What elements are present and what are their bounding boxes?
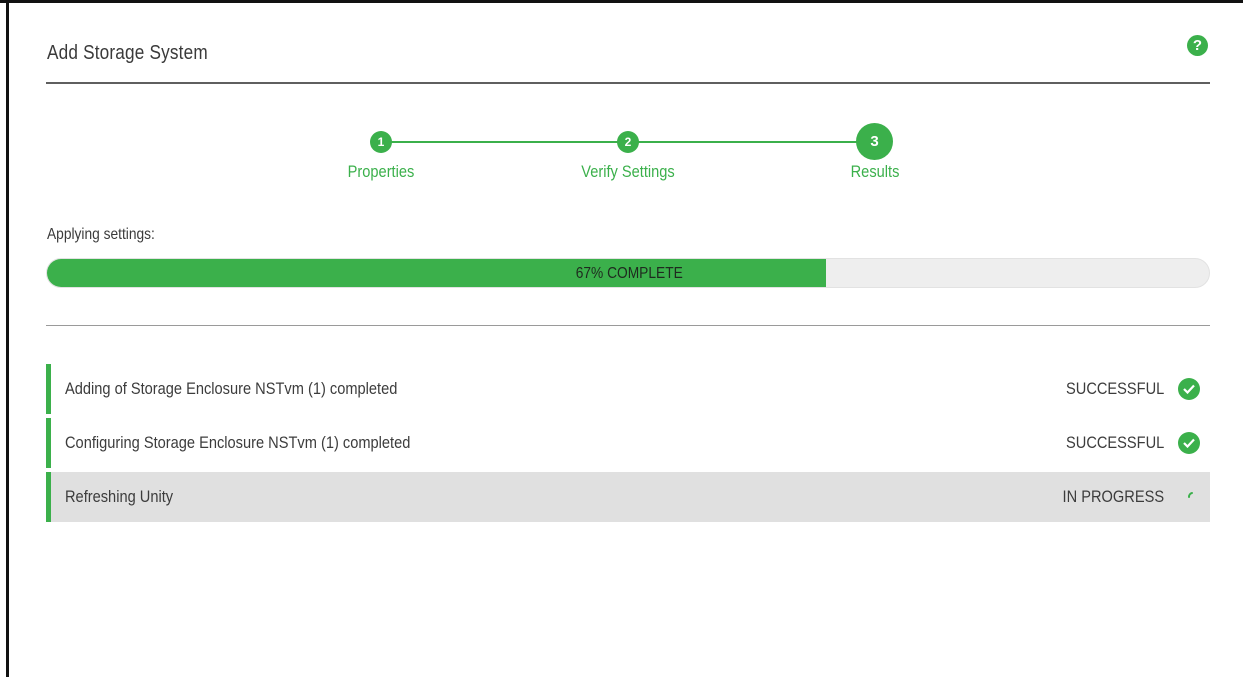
check-circle-icon [1178, 378, 1200, 400]
step-2-indicator: 2 [617, 131, 639, 153]
result-text: Adding of Storage Enclosure NSTvm (1) co… [65, 379, 398, 398]
check-circle-icon [1178, 432, 1200, 454]
result-status: IN PROGRESS [1062, 487, 1164, 506]
result-status: SUCCESSFUL [1065, 379, 1164, 398]
step-connector-2-3 [628, 141, 875, 143]
window-frame-top [0, 0, 1243, 3]
result-row: Adding of Storage Enclosure NSTvm (1) co… [46, 364, 1210, 414]
step-3-indicator: 3 [856, 123, 893, 160]
step-3-label: Results [850, 162, 900, 181]
progress-text: 67% COMPLETE [47, 259, 1209, 287]
step-1-label: Properties [347, 162, 415, 181]
dialog-title: Add Storage System [47, 42, 208, 64]
spinner-icon [1188, 492, 1193, 498]
progress-text-label: 67% COMPLETE [575, 265, 683, 282]
section-divider [46, 325, 1210, 326]
help-icon[interactable]: ? [1187, 35, 1208, 56]
applying-settings-label: Applying settings: [47, 226, 155, 243]
result-text: Refreshing Unity [65, 487, 174, 506]
step-2-label: Verify Settings [581, 162, 675, 181]
result-row: Configuring Storage Enclosure NSTvm (1) … [46, 418, 1210, 468]
result-row-active: Refreshing Unity IN PROGRESS [46, 472, 1210, 522]
step-1-indicator: 1 [370, 131, 392, 153]
progress-bar: 67% COMPLETE [46, 258, 1210, 288]
result-status: SUCCESSFUL [1065, 433, 1164, 452]
window-frame-left [6, 0, 9, 677]
title-divider [46, 82, 1210, 84]
result-text: Configuring Storage Enclosure NSTvm (1) … [65, 433, 411, 452]
step-connector-1-2 [381, 141, 628, 143]
